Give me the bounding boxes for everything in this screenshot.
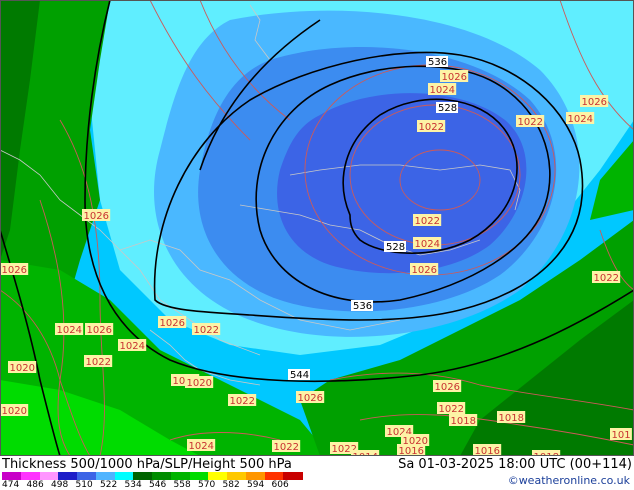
legend-tick-label: 534: [124, 480, 142, 490]
legend-swatch: [20, 472, 40, 480]
slp-label: 1026: [435, 382, 460, 393]
legend-swatch: [95, 472, 115, 480]
legend-swatch: [227, 472, 247, 480]
legend-swatch: [58, 472, 78, 480]
slp-label: 1024: [415, 239, 440, 250]
slp-label: 1024: [430, 85, 455, 96]
slp-label: 1022: [274, 442, 299, 453]
map-title: Thickness 500/1000 hPa/SLP/Height 500 hP…: [2, 457, 292, 472]
slp-label: 1020: [187, 378, 212, 389]
slp-label: 1018: [451, 416, 476, 427]
slp-label: 1024: [568, 114, 593, 125]
slp-label: 1016: [399, 446, 424, 456]
slp-label: 1026: [87, 325, 112, 336]
color-legend: 474 486 498 510 522 534 546 558 570 582 594 606: [2, 472, 303, 490]
slp-label: 1024: [189, 441, 214, 452]
legend-swatch: [114, 472, 134, 480]
legend-swatch: [283, 472, 303, 480]
slp-label: 1026: [298, 393, 323, 404]
legend-swatch: [39, 472, 59, 480]
slp-label: 1024: [57, 325, 82, 336]
slp-label: 1026: [442, 72, 467, 83]
slp-label: 1022: [594, 273, 619, 284]
legend-tick-label: 594: [247, 480, 265, 490]
legend-swatch: [245, 472, 265, 480]
slp-label: 1018: [499, 413, 524, 424]
slp-label: 101: [612, 430, 631, 441]
slp-label: 1026: [2, 265, 27, 276]
legend-tick-label: 558: [173, 480, 191, 490]
thickness-label: 544: [290, 370, 309, 381]
legend-swatch: [133, 472, 153, 480]
thickness-label: 536: [353, 301, 372, 312]
slp-label: 1024: [120, 341, 145, 352]
slp-label: 1022: [194, 325, 219, 336]
legend-swatch: [77, 472, 97, 480]
slp-label: 1022: [439, 404, 464, 415]
slp-label: 1022: [415, 216, 440, 227]
slp-label: 1026: [160, 318, 185, 329]
legend-swatch: [152, 472, 172, 480]
legend-swatch: [2, 472, 22, 480]
slp-label: 1022: [419, 122, 444, 133]
legend-swatch: [208, 472, 228, 480]
legend-tick-label: 474: [2, 480, 20, 490]
slp-label: 1020: [2, 406, 27, 417]
slp-label: 1016: [475, 446, 500, 456]
legend-tick-label: 498: [51, 480, 69, 490]
slp-label: 1026: [412, 265, 437, 276]
legend-swatch: [189, 472, 209, 480]
legend-tick-label: 486: [26, 480, 44, 490]
footer-bar: Thickness 500/1000 hPa/SLP/Height 500 hP…: [0, 456, 634, 490]
slp-label: 1022: [518, 117, 543, 128]
legend-tick-label: 582: [222, 480, 240, 490]
thickness-label: 528: [386, 242, 405, 253]
legend-tick-label: 606: [271, 480, 289, 490]
legend-swatch: [264, 472, 284, 480]
legend-tick-label: 510: [75, 480, 93, 490]
legend-tick-label: 570: [198, 480, 216, 490]
slp-label: 1022: [86, 357, 111, 368]
legend-tick-label: 522: [100, 480, 118, 490]
slp-label: 1026: [84, 211, 109, 222]
legend-tick-label: 546: [149, 480, 167, 490]
valid-time: Sa 01-03-2025 18:00 UTC (00+114): [398, 457, 632, 472]
thickness-label: 528: [438, 103, 457, 114]
thickness-label: 536: [428, 57, 447, 68]
slp-label: 1022: [230, 396, 255, 407]
legend-swatch: [170, 472, 190, 480]
slp-label: 1026: [582, 97, 607, 108]
site-credit[interactable]: ©weatheronline.co.uk: [508, 474, 630, 487]
slp-label: 1020: [10, 363, 35, 374]
weather-map: 536 528 528 536 544 1026 1024 1022 1026 1024…: [0, 0, 634, 456]
